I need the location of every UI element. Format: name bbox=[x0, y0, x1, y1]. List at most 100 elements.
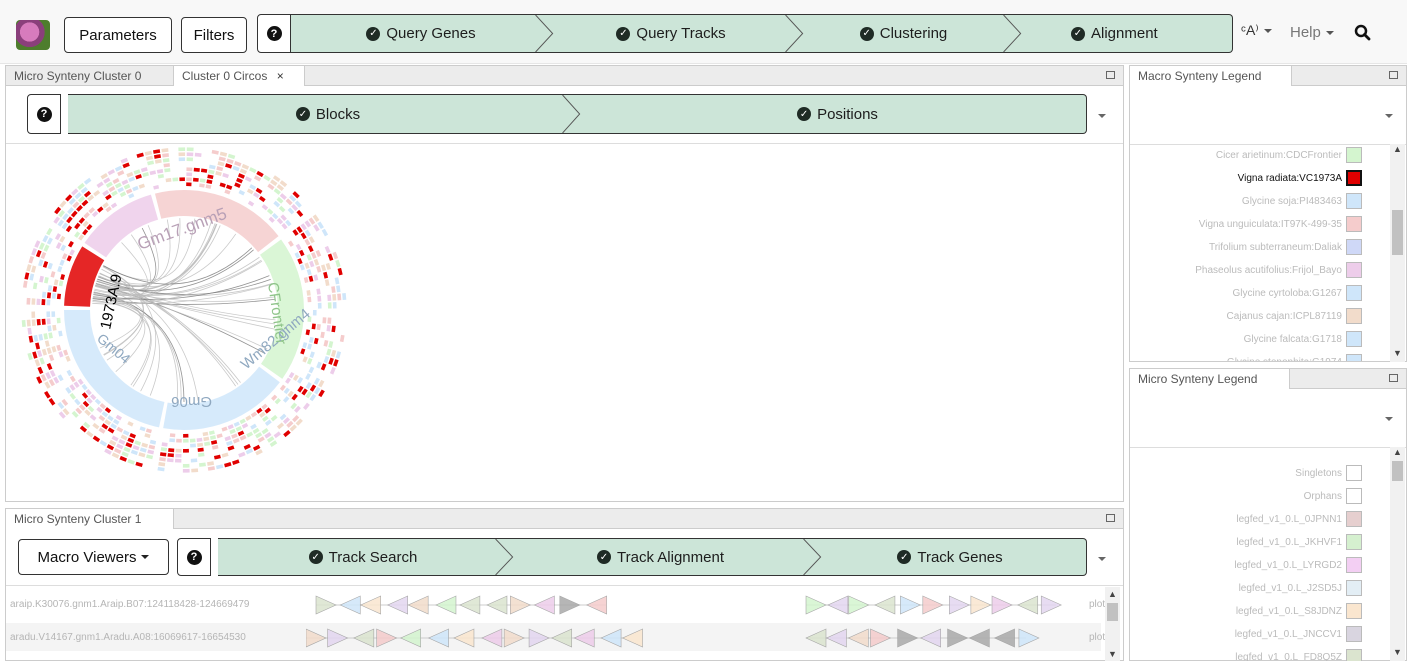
step-track-alignment[interactable]: ✓ Track Alignment bbox=[508, 539, 813, 575]
step-positions[interactable]: ✓ Positions bbox=[588, 95, 1086, 133]
chevron-down-icon[interactable] bbox=[1098, 114, 1106, 118]
gene-glyph[interactable] bbox=[1016, 595, 1039, 615]
gene-glyph[interactable] bbox=[407, 595, 429, 615]
gene-glyph[interactable] bbox=[435, 595, 457, 615]
gene-glyph[interactable] bbox=[621, 628, 643, 648]
tab-micro-synteny-cluster-1[interactable]: Micro Synteny Cluster 1 bbox=[6, 509, 174, 529]
step-clustering[interactable]: ✓ Clustering bbox=[791, 15, 1016, 52]
gene-glyph[interactable] bbox=[848, 595, 870, 615]
maximize-icon[interactable] bbox=[1389, 374, 1398, 382]
gene-glyph[interactable] bbox=[1018, 628, 1040, 648]
track-genes-0[interactable] bbox=[306, 594, 1086, 616]
help-dropdown[interactable]: Help bbox=[1290, 24, 1334, 41]
gene-glyph[interactable] bbox=[922, 595, 944, 615]
gene-glyph[interactable] bbox=[533, 595, 555, 615]
chevron-down-icon[interactable] bbox=[1385, 114, 1393, 118]
track-genes-1[interactable] bbox=[306, 627, 1086, 649]
step-blocks[interactable]: ✓ Blocks bbox=[68, 95, 588, 133]
gene-glyph[interactable] bbox=[585, 595, 608, 615]
legend-item[interactable]: Cicer arietinum:CDCFrontier bbox=[1130, 146, 1362, 165]
cluster1-help-button[interactable]: ? bbox=[177, 538, 211, 576]
filters-button[interactable]: Filters bbox=[181, 17, 247, 53]
legend-item[interactable]: Glycine stenophita:G1974 bbox=[1130, 352, 1362, 361]
track-scrollbar[interactable]: ▲ ▼ bbox=[1105, 587, 1120, 661]
micro-legend-scrollbar[interactable]: ▲ ▼ bbox=[1390, 447, 1405, 661]
track-row[interactable]: aradu.V14167.gnm1.Aradu.A08:16069617-166… bbox=[6, 623, 1105, 651]
circos-plot[interactable]: 1973A.9Gm17.gnm5CFrontierWm82.gnm4Gm06Gm… bbox=[6, 145, 1123, 501]
gene-glyph[interactable] bbox=[947, 628, 969, 648]
gene-glyph[interactable] bbox=[805, 628, 827, 648]
app-logo[interactable] bbox=[16, 20, 50, 50]
gene-glyph[interactable] bbox=[559, 595, 581, 615]
gene-glyph[interactable] bbox=[528, 628, 550, 648]
gene-glyph[interactable] bbox=[1040, 595, 1062, 615]
gene-glyph[interactable] bbox=[315, 595, 337, 615]
gene-glyph[interactable] bbox=[897, 628, 919, 648]
gene-glyph[interactable] bbox=[949, 595, 971, 615]
gene-glyph[interactable] bbox=[991, 595, 1013, 615]
maximize-icon[interactable] bbox=[1389, 71, 1398, 79]
step-track-search[interactable]: ✓ Track Search bbox=[218, 539, 508, 575]
maximize-icon[interactable] bbox=[1106, 71, 1115, 79]
gene-glyph[interactable] bbox=[359, 595, 381, 615]
legend-item[interactable]: Trifolium subterraneum:Daliak bbox=[1130, 237, 1362, 257]
gene-glyph[interactable] bbox=[486, 595, 508, 615]
legend-item[interactable]: Cajanus cajan:ICPL87119 bbox=[1130, 306, 1362, 326]
step-query-tracks[interactable]: ✓ Query Tracks bbox=[551, 15, 791, 52]
gene-glyph[interactable] bbox=[968, 628, 990, 648]
track-label[interactable]: aradu.V14167.gnm1.Aradu.A08:16069617-166… bbox=[10, 632, 246, 643]
tab-cluster-0-circos[interactable]: Cluster 0 Circos × bbox=[174, 66, 305, 86]
step-track-genes[interactable]: ✓ Track Genes bbox=[813, 539, 1086, 575]
gene-glyph[interactable] bbox=[573, 628, 595, 648]
maximize-icon[interactable] bbox=[1106, 514, 1115, 522]
search-icon[interactable] bbox=[1354, 24, 1371, 41]
tab-micro-synteny-cluster-0[interactable]: Micro Synteny Cluster 0 bbox=[6, 66, 174, 86]
gene-glyph[interactable] bbox=[327, 628, 349, 648]
gene-glyph[interactable] bbox=[376, 628, 398, 648]
gene-glyph[interactable] bbox=[386, 595, 408, 615]
legend-item[interactable]: Glycine cyrtoloba:G1267 bbox=[1130, 283, 1362, 303]
tab-micro-synteny-legend[interactable]: Micro Synteny Legend bbox=[1130, 369, 1290, 389]
gene-glyph[interactable] bbox=[805, 595, 827, 615]
gene-glyph[interactable] bbox=[306, 628, 327, 648]
legend-item[interactable]: Vigna radiata:VC1973A bbox=[1130, 168, 1362, 188]
track-row[interactable]: araip.K30076.gnm1.Araip.B07:124118428-12… bbox=[6, 590, 1105, 618]
gene-glyph[interactable] bbox=[339, 595, 361, 615]
gene-glyph[interactable] bbox=[453, 628, 475, 648]
legend-item[interactable]: legfed_v1_0.L_0JPNN1 bbox=[1130, 509, 1362, 529]
step-query-genes[interactable]: ✓ Query Genes bbox=[291, 15, 551, 52]
gene-glyph[interactable] bbox=[825, 628, 847, 648]
tab-macro-synteny-legend[interactable]: Macro Synteny Legend bbox=[1130, 66, 1292, 86]
chevron-down-icon[interactable] bbox=[1098, 557, 1106, 561]
legend-item[interactable]: legfed_v1_0.L_S8JDNZ bbox=[1130, 601, 1362, 621]
gene-glyph[interactable] bbox=[993, 628, 1015, 648]
legend-item[interactable]: Orphans bbox=[1130, 486, 1362, 506]
gene-glyph[interactable] bbox=[399, 628, 421, 648]
legend-item[interactable]: legfed_v1_0.L_JNCCV1 bbox=[1130, 624, 1362, 644]
legend-item[interactable]: legfed_v1_0.L_JKHVF1 bbox=[1130, 532, 1362, 552]
plot-link[interactable]: plot bbox=[1089, 632, 1105, 643]
gene-glyph[interactable] bbox=[503, 628, 525, 648]
close-icon[interactable]: × bbox=[277, 69, 284, 83]
language-dropdown[interactable]: ᶜA⁾ bbox=[1241, 22, 1272, 39]
legend-item[interactable]: Vigna unguiculata:IT97K-499-35 bbox=[1130, 214, 1362, 234]
legend-item[interactable]: Glycine soja:PI483463 bbox=[1130, 191, 1362, 211]
step-alignment[interactable]: ✓ Alignment bbox=[1016, 15, 1231, 52]
legend-item[interactable]: Phaseolus acutifolius:Frijol_Bayo bbox=[1130, 260, 1362, 280]
gene-glyph[interactable] bbox=[900, 595, 922, 615]
macro-viewers-dropdown[interactable]: Macro Viewers bbox=[18, 539, 169, 575]
plot-link[interactable]: plot bbox=[1089, 599, 1105, 610]
gene-glyph[interactable] bbox=[550, 628, 573, 648]
track-label[interactable]: araip.K30076.gnm1.Araip.B07:124118428-12… bbox=[10, 599, 249, 610]
parameters-button[interactable]: Parameters bbox=[64, 17, 172, 53]
gene-glyph[interactable] bbox=[919, 628, 941, 648]
legend-item[interactable]: legfed_v1_0.L_J2SD5J bbox=[1130, 578, 1362, 598]
legend-item[interactable]: Glycine falcata:G1718 bbox=[1130, 329, 1362, 349]
gene-glyph[interactable] bbox=[459, 595, 481, 615]
macro-legend-scrollbar[interactable]: ▲ ▼ bbox=[1390, 144, 1405, 362]
gene-glyph[interactable] bbox=[970, 595, 992, 615]
gene-glyph[interactable] bbox=[870, 628, 892, 648]
chevron-down-icon[interactable] bbox=[1385, 417, 1393, 421]
gene-glyph[interactable] bbox=[510, 595, 532, 615]
gene-glyph[interactable] bbox=[874, 595, 896, 615]
